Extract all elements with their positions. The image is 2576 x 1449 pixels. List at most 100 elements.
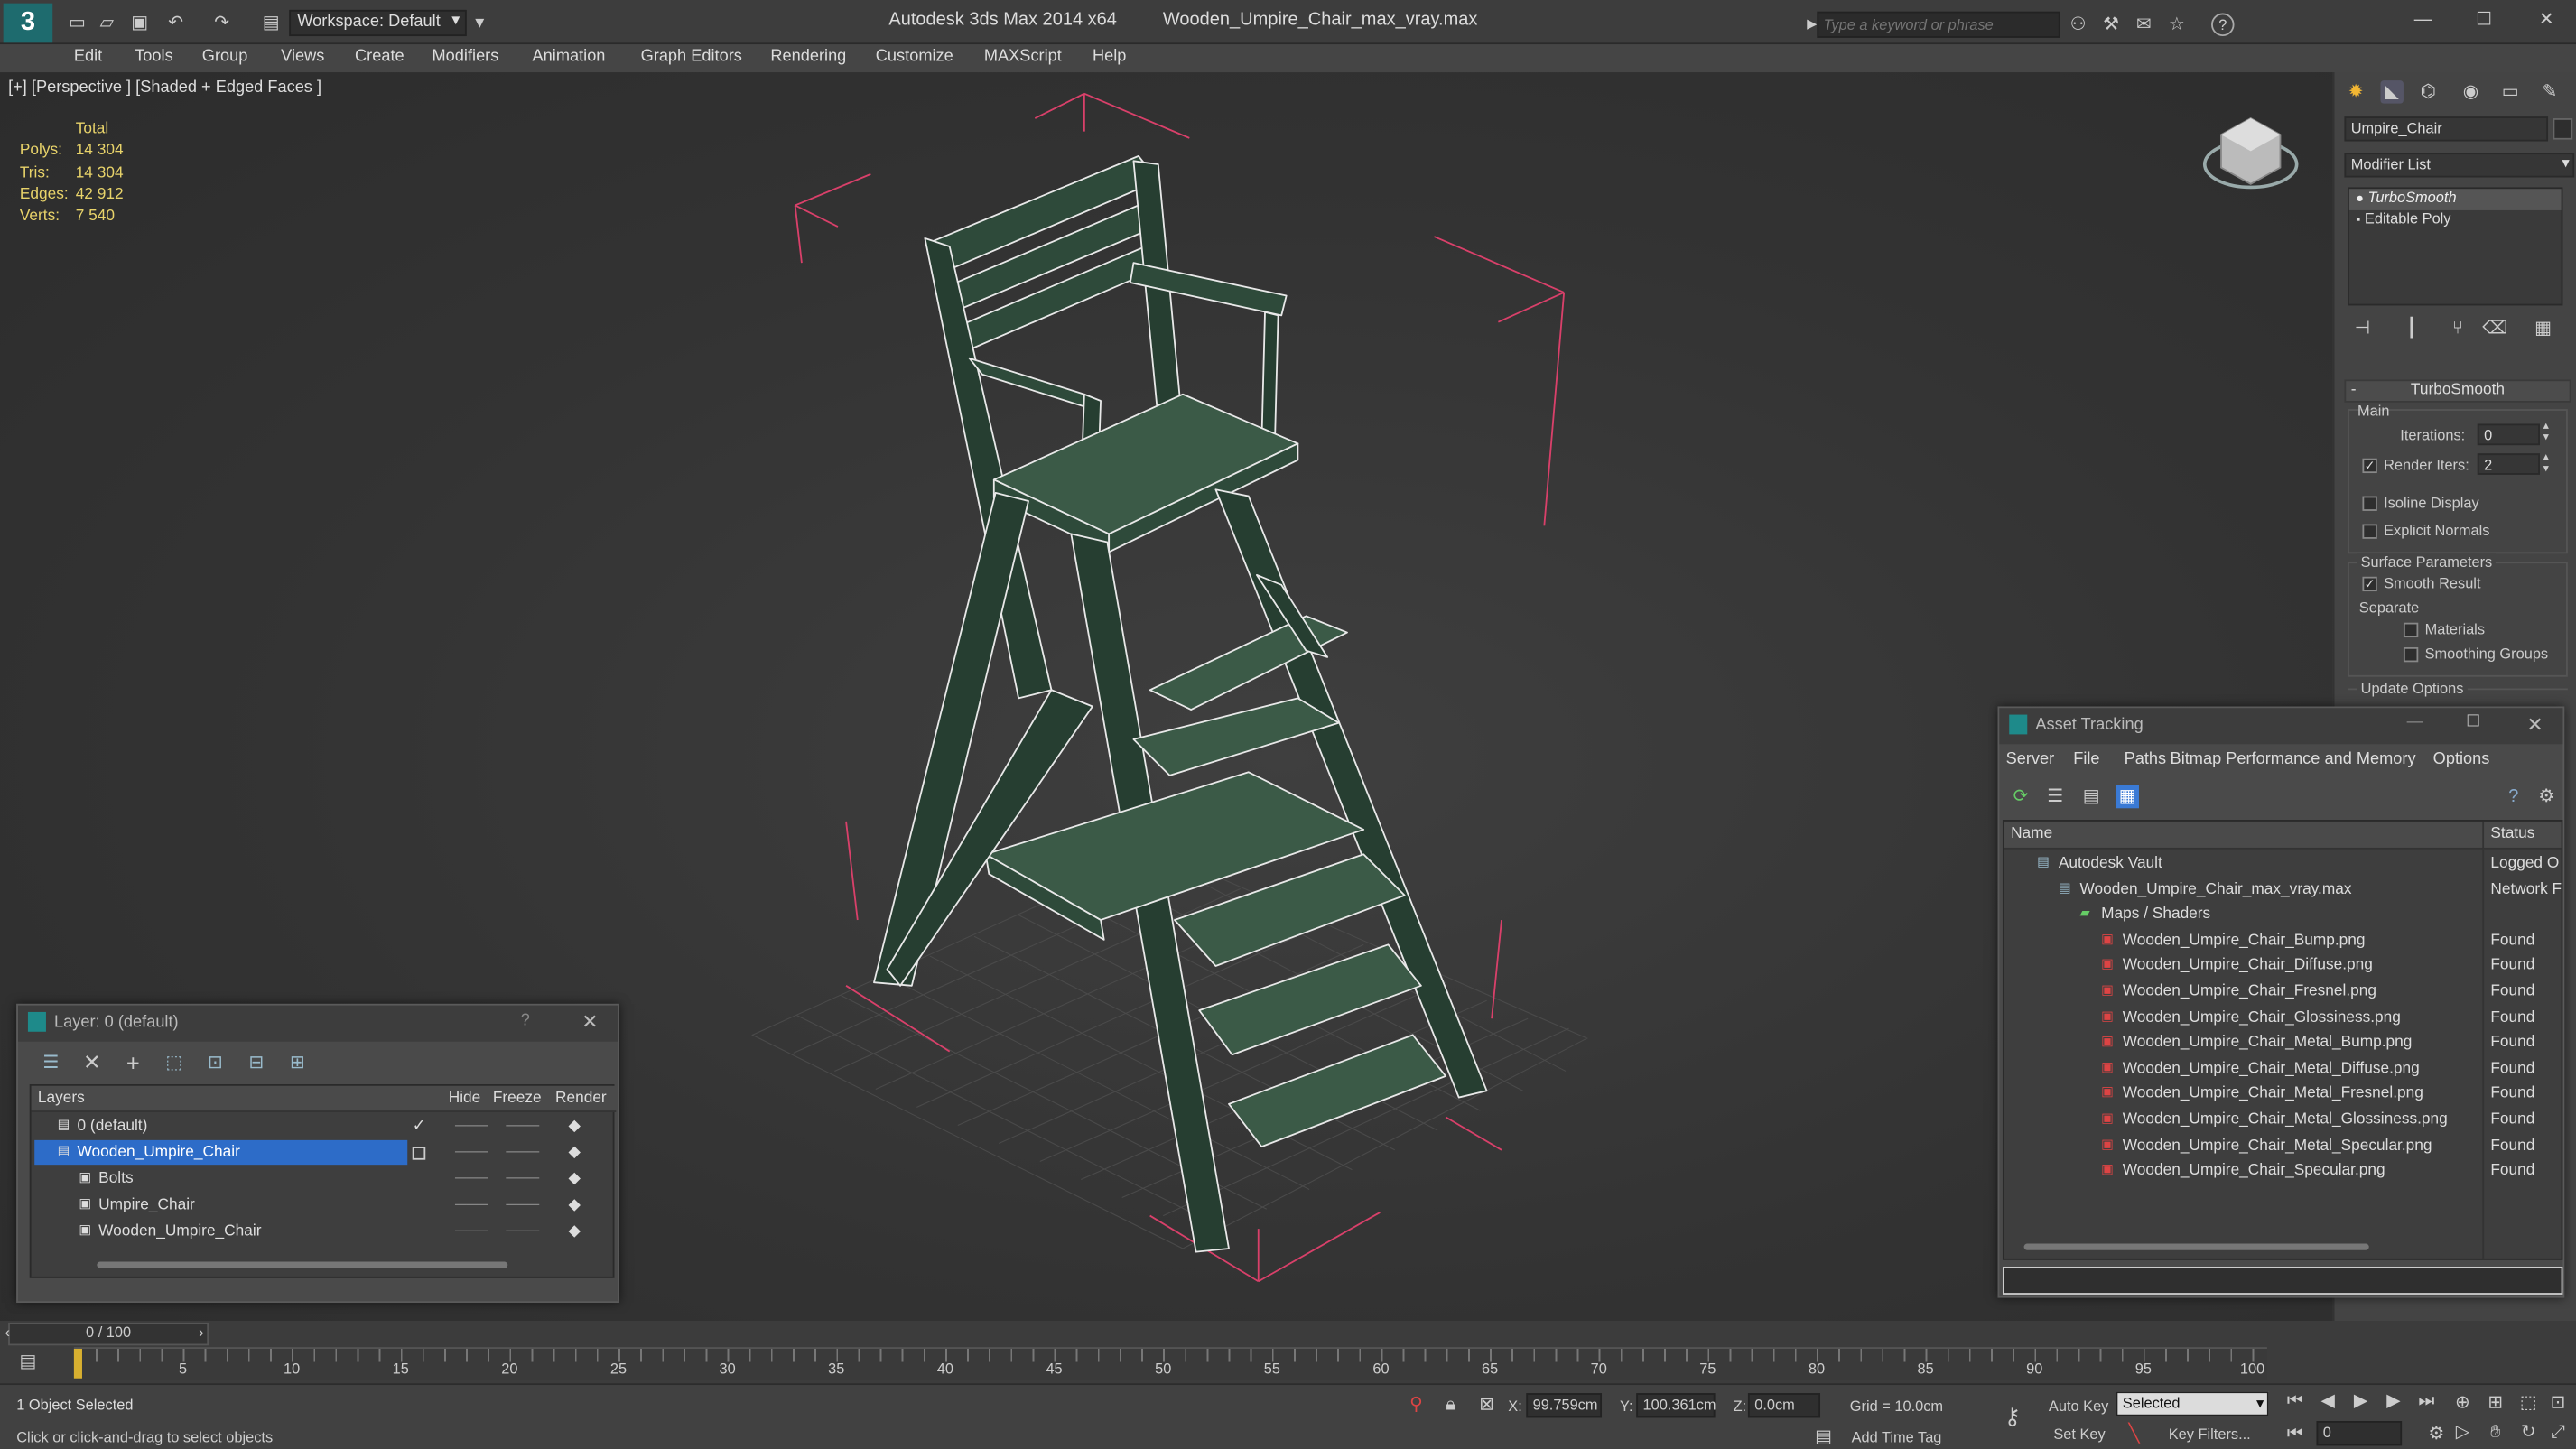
asset-row[interactable]: ▤ Autodesk Vault Logged O <box>2004 851 2562 877</box>
close-icon[interactable]: ✕ <box>2526 713 2543 736</box>
menu-options[interactable]: Options <box>2433 751 2490 769</box>
smoothing-groups-checkbox[interactable] <box>2403 646 2419 663</box>
render-teapot-icon[interactable]: ◆ <box>569 1170 581 1188</box>
app-logo[interactable]: 3 <box>3 3 53 43</box>
binoculars-icon[interactable]: ⚇ <box>2067 14 2089 36</box>
asset-row[interactable]: ▣ Wooden_Umpire_Chair_Diffuse.png Found <box>2004 953 2562 979</box>
refresh-icon[interactable]: ⟳ <box>2009 785 2032 808</box>
maximize-viewport-icon[interactable]: ⤢ <box>2546 1421 2569 1444</box>
asset-row[interactable]: ▣ Wooden_Umpire_Chair_Specular.png Found <box>2004 1158 2562 1184</box>
undo-icon[interactable]: ↶ <box>164 12 187 34</box>
zoom-icon[interactable]: ⊕ <box>2451 1391 2474 1414</box>
zoom-extents-all-icon[interactable]: ⊡ <box>2546 1391 2569 1414</box>
hide-toggle[interactable]: ─── <box>455 1117 488 1135</box>
x-coordinate-field[interactable]: 99.759cm <box>1526 1393 1603 1418</box>
minimize-icon[interactable]: — <box>2407 713 2423 731</box>
key-mode-icon[interactable]: ⏮ <box>2283 1423 2306 1445</box>
freeze-toggle[interactable]: ─── <box>506 1117 539 1135</box>
menu-modifiers[interactable]: Modifiers <box>432 48 499 66</box>
help-icon[interactable]: ? <box>521 1012 530 1030</box>
menu-paths[interactable]: Paths <box>2125 751 2167 769</box>
table-view-icon[interactable]: ▦ <box>2116 785 2139 809</box>
horizontal-scrollbar[interactable] <box>97 1261 508 1268</box>
stack-item-editable-poly[interactable]: ▪ Editable Poly <box>2349 210 2562 232</box>
close-icon[interactable]: ✕ <box>581 1010 598 1033</box>
render-iters-spinner[interactable]: 2 <box>2477 453 2540 475</box>
pan-icon[interactable]: ✋︎ <box>2484 1421 2506 1444</box>
freeze-toggle[interactable]: ─── <box>506 1144 539 1162</box>
layer-row[interactable]: ▤ 0 (default) ✓ ─── ─── ◆ <box>32 1114 613 1139</box>
render-teapot-icon[interactable]: ◆ <box>569 1222 581 1240</box>
render-iters-checkbox[interactable]: ✓ <box>2362 458 2377 474</box>
utilities-tab-icon[interactable]: ✎ <box>2538 80 2561 103</box>
add-time-tag-icon[interactable]: ▤ <box>1812 1426 1835 1448</box>
next-frame-icon[interactable]: ▶︎ <box>2382 1389 2404 1412</box>
delete-layer-icon[interactable]: ✕ <box>80 1051 103 1074</box>
asset-row[interactable]: ▣ Wooden_Umpire_Chair_Metal_Glossiness.pn… <box>2004 1107 2562 1132</box>
menu-group[interactable]: Group <box>202 48 248 66</box>
key-icon[interactable]: ⚷ <box>1996 1405 2029 1427</box>
hide-toggle[interactable]: ─── <box>455 1170 488 1188</box>
mini-curve-editor-icon[interactable]: ▤ <box>16 1351 39 1373</box>
time-config-icon[interactable]: ⚙ <box>2425 1423 2448 1445</box>
asset-row[interactable]: ▣ Wooden_Umpire_Chair_Fresnel.png Found <box>2004 980 2562 1005</box>
zoom-extents-icon[interactable]: ⬚ <box>2516 1391 2539 1414</box>
materials-checkbox[interactable] <box>2403 622 2419 638</box>
layer-object-row[interactable]: ▣ Wooden_Umpire_Chair ─── ─── ◆ <box>32 1219 613 1244</box>
maximize-icon[interactable]: ☐ <box>2472 8 2495 31</box>
menu-help[interactable]: Help <box>1093 48 1126 66</box>
explicit-normals-checkbox[interactable] <box>2362 524 2377 539</box>
pin-stack-icon[interactable]: ⊣ <box>2351 317 2374 339</box>
remove-modifier-icon[interactable]: ⌫ <box>2482 317 2507 339</box>
menu-maxscript[interactable]: MAXScript <box>984 48 1062 66</box>
turbosmooth-rollout-header[interactable]: - TurboSmooth <box>2344 379 2571 403</box>
hierarchy-tab-icon[interactable]: ⌬ <box>2416 80 2439 103</box>
help-icon[interactable]: ? <box>2211 13 2235 37</box>
select-layer-icon[interactable]: ⊡ <box>204 1052 227 1074</box>
object-color-swatch[interactable] <box>2553 118 2573 140</box>
next-frame-icon[interactable]: › <box>199 1324 203 1341</box>
selection-set-dropdown[interactable]: Selected ▾ <box>2116 1391 2269 1416</box>
make-unique-icon[interactable]: ⑂ <box>2446 317 2469 339</box>
asset-window-title-bar[interactable]: Asset Tracking — ☐ ✕ <box>1999 708 2563 745</box>
open-file-icon[interactable]: ▱ <box>96 12 118 34</box>
stack-item-turbosmooth[interactable]: ● TurboSmooth <box>2348 189 2562 210</box>
save-file-icon[interactable]: ▣ <box>128 12 151 34</box>
freeze-toggle[interactable]: ─── <box>506 1196 539 1214</box>
iterations-spinner[interactable]: 0 <box>2477 423 2540 446</box>
previous-frame-icon[interactable]: ◀︎ <box>2316 1389 2339 1412</box>
set-key-icon[interactable]: ╲ <box>2123 1423 2145 1445</box>
prev-frame-icon[interactable]: ‹ <box>5 1324 9 1341</box>
maximize-icon[interactable]: ☐ <box>2466 713 2480 731</box>
favorites-icon[interactable]: ☆ <box>2165 14 2188 36</box>
asset-path-field[interactable] <box>2002 1266 2563 1295</box>
menu-graph-editors[interactable]: Graph Editors <box>641 48 742 66</box>
horizontal-scrollbar[interactable] <box>2023 1243 2369 1250</box>
col-status[interactable]: Status <box>2490 824 2534 842</box>
track-bar[interactable]: 0510152025303540455055606570758085909510… <box>73 1347 2267 1380</box>
list-view-icon[interactable]: ☰ <box>2043 785 2066 808</box>
menu-rendering[interactable]: Rendering <box>770 48 846 66</box>
hide-all-icon[interactable]: ⊞ <box>286 1052 309 1074</box>
asset-row[interactable]: ▣ Wooden_Umpire_Chair_Metal_Specular.png F… <box>2004 1133 2562 1158</box>
layer-row-selected[interactable]: ▤ Wooden_Umpire_Chair ─── ─── ◆ <box>32 1139 613 1166</box>
lock-selection-icon[interactable]: 🔒︎ <box>1439 1393 1462 1416</box>
communication-icon[interactable]: ✉ <box>2133 14 2155 36</box>
isoline-display-checkbox[interactable] <box>2362 496 2377 511</box>
col-freeze[interactable]: Freeze <box>493 1089 542 1107</box>
display-tab-icon[interactable]: ▭ <box>2498 80 2521 103</box>
field-of-view-icon[interactable]: ▷ <box>2451 1421 2474 1444</box>
redo-icon[interactable]: ↷ <box>210 12 233 34</box>
asset-row[interactable]: ▰ Maps / Shaders <box>2004 902 2562 927</box>
modify-tab-icon[interactable]: ◣ <box>2380 80 2404 104</box>
close-icon[interactable]: ✕ <box>2534 8 2557 31</box>
expand-icon[interactable]: ▪ <box>2356 212 2360 227</box>
col-layers[interactable]: Layers <box>38 1089 85 1107</box>
menu-animation[interactable]: Animation <box>533 48 606 66</box>
help-icon[interactable]: ? <box>2502 785 2525 808</box>
render-teapot-icon[interactable]: ◆ <box>569 1196 581 1214</box>
new-file-icon[interactable]: ▭ <box>66 12 88 34</box>
layer-window-title-bar[interactable]: Layer: 0 (default) ? ✕ <box>18 1005 618 1042</box>
minimize-icon[interactable]: — <box>2412 8 2434 31</box>
menu-create[interactable]: Create <box>355 48 405 66</box>
